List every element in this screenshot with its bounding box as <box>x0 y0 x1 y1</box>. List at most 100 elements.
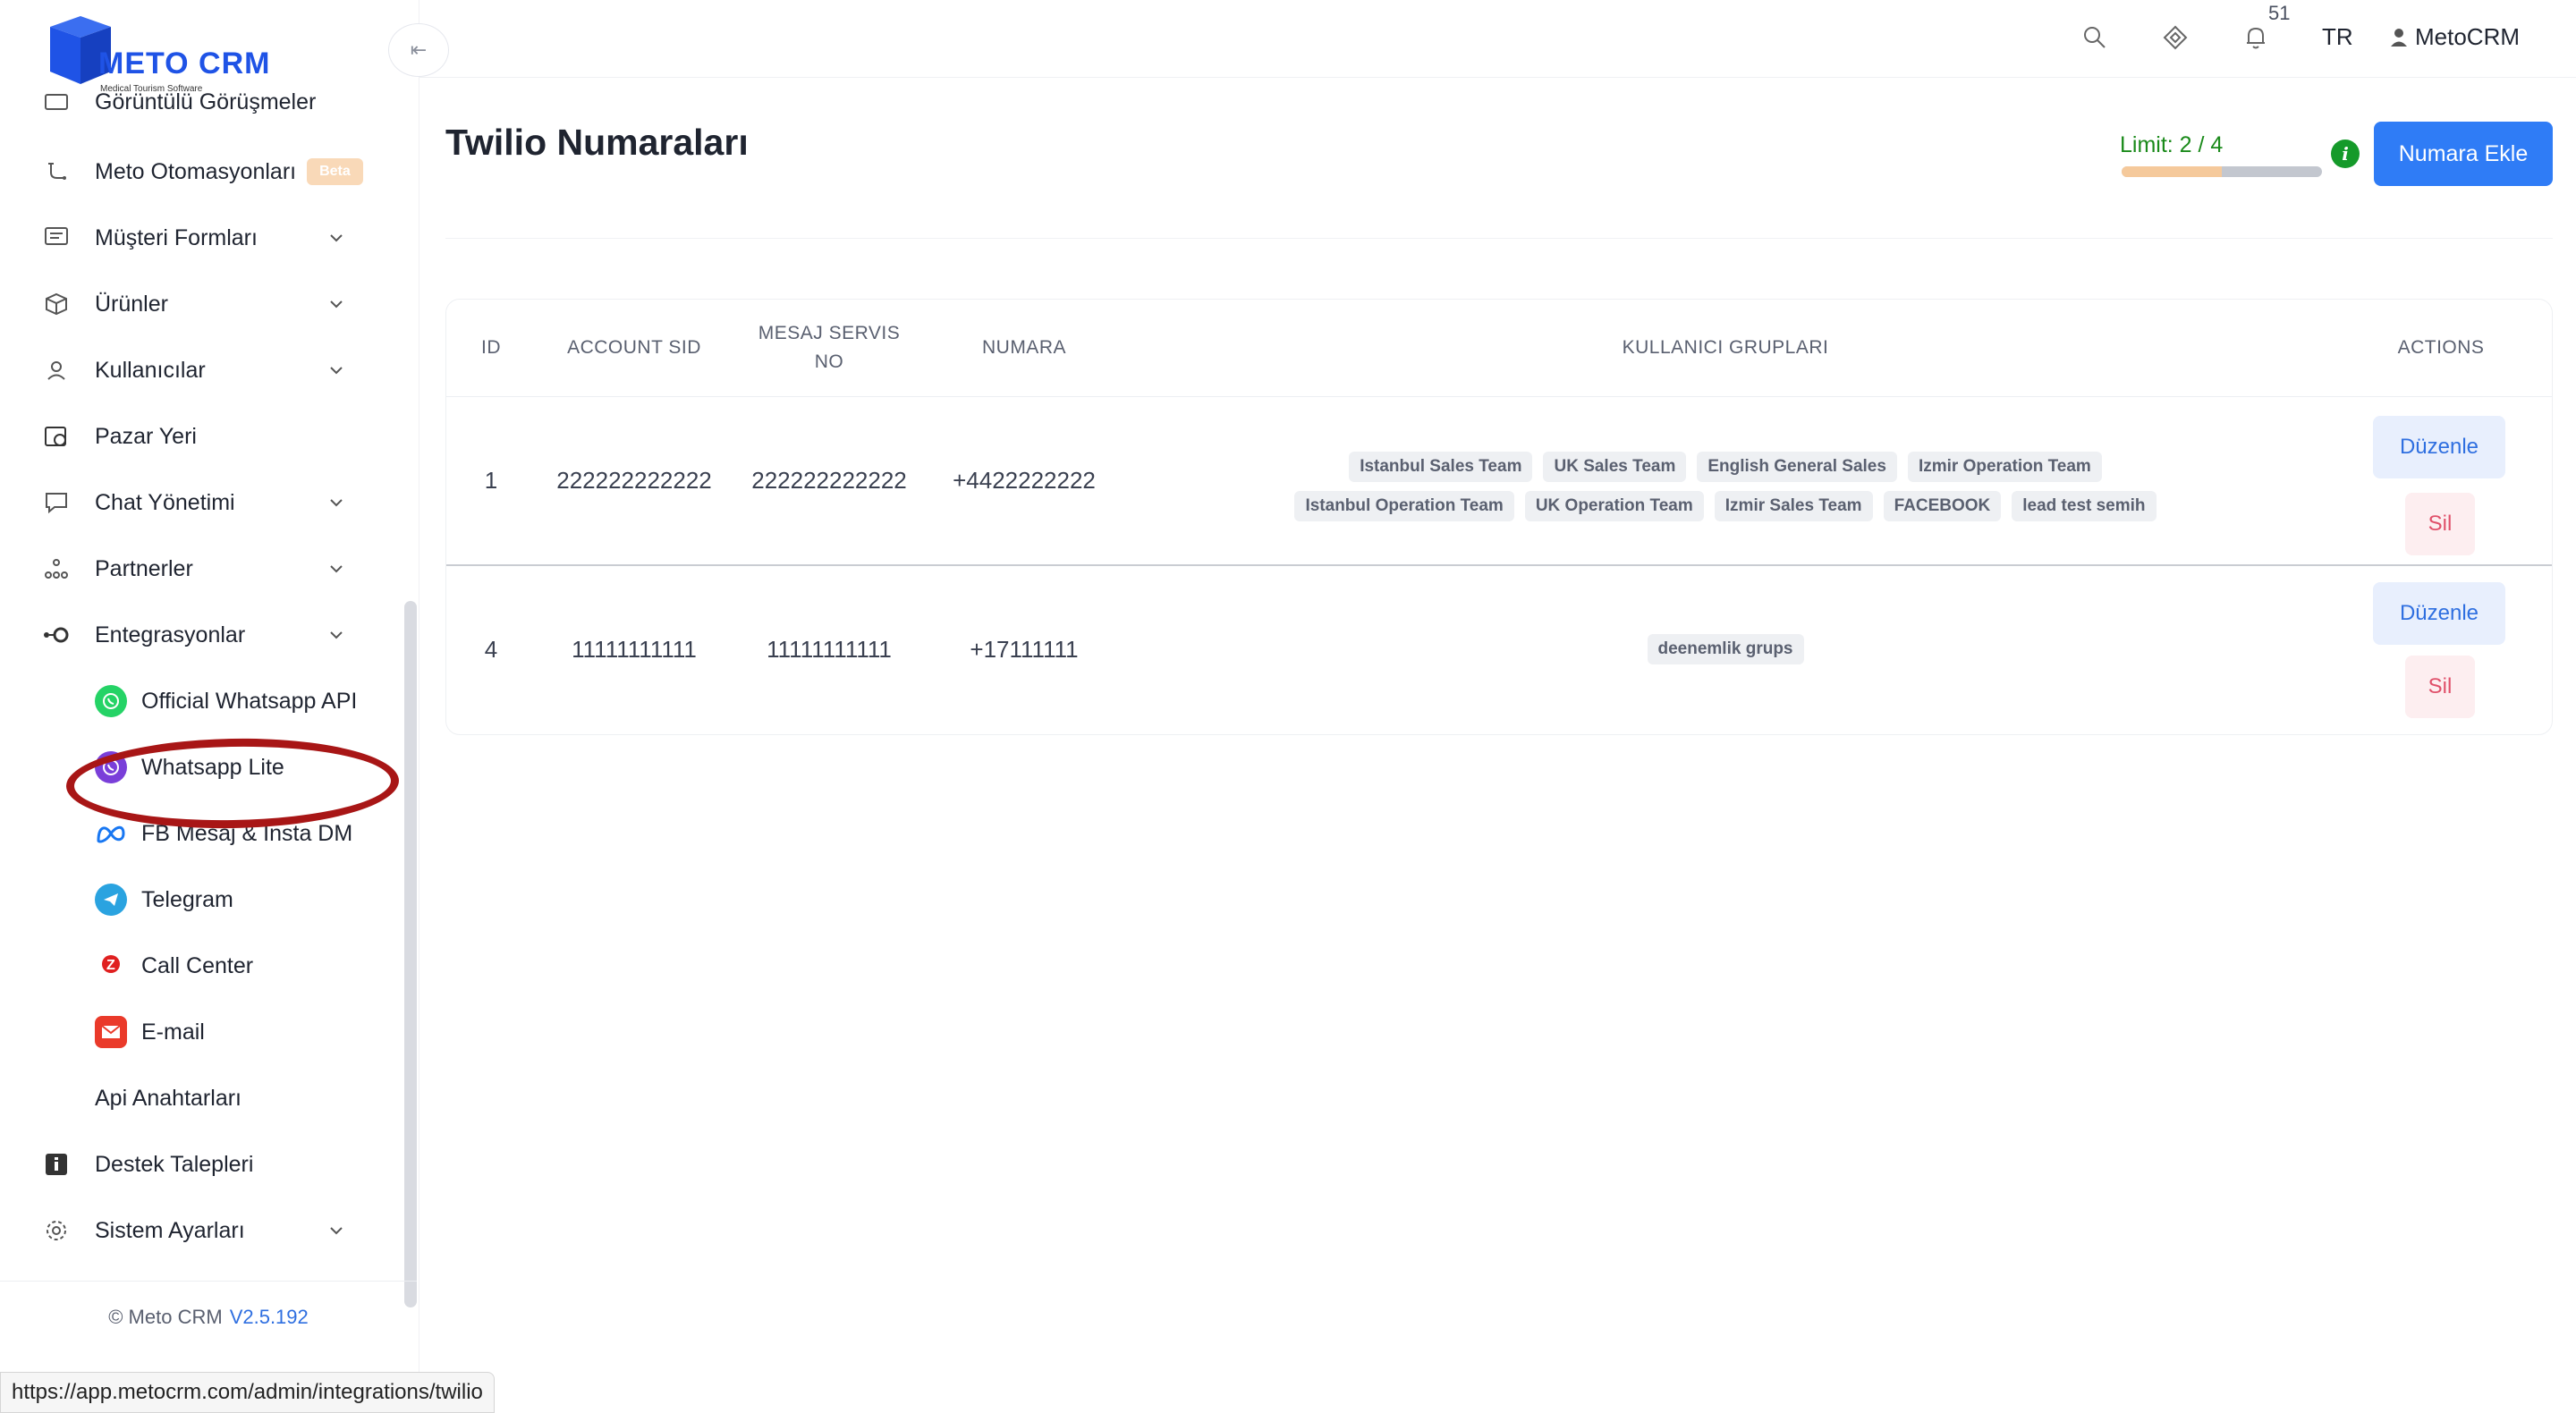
table-row: 4 11111111111 11111111111 +17111111 deen… <box>446 566 2552 732</box>
cell-numara: +17111111 <box>970 635 1079 663</box>
sidebar-item-automations[interactable]: Meto Otomasyonları Beta <box>43 145 383 199</box>
sidebar-item-label: Pazar Yeri <box>95 423 197 449</box>
sidebar-subitem-telegram[interactable]: Telegram <box>95 873 399 926</box>
sidebar-footer: © Meto CRM V2.5.192 <box>0 1281 417 1353</box>
info-square-icon <box>43 1151 70 1178</box>
sidebar-item-partners[interactable]: Partnerler <box>43 542 383 596</box>
sidebar-item-support-tickets[interactable]: Destek Talepleri <box>43 1138 383 1191</box>
integration-icon <box>43 622 70 648</box>
meta-icon <box>95 817 127 850</box>
sidebar-subitem-label: Telegram <box>141 886 233 912</box>
form-icon <box>43 224 70 251</box>
divider <box>445 238 2553 239</box>
search-icon[interactable] <box>2079 21 2111 54</box>
column-header-account-sid[interactable]: ACCOUNT SID <box>536 300 733 396</box>
sidebar-item-label: Müşteri Formları <box>95 224 258 250</box>
notification-count: 51 <box>2268 2 2291 24</box>
group-tag: Istanbul Operation Team <box>1294 491 1514 521</box>
edit-button[interactable]: Düzenle <box>2373 416 2505 478</box>
chevron-down-icon <box>330 565 343 573</box>
group-tag: deenemlik grups <box>1647 634 1804 664</box>
email-icon <box>95 1016 127 1048</box>
sidebar-item-integrations[interactable]: Entegrasyonlar <box>43 608 383 662</box>
user-icon <box>2391 28 2407 47</box>
column-header-mesaj-servis-no[interactable]: MESAJ SERVIS NO <box>733 300 926 396</box>
table-row: 1 222222222222 222222222222 +4422222222 … <box>446 396 2552 564</box>
sidebar-subitem-official-whatsapp-api[interactable]: Official Whatsapp API <box>95 674 399 728</box>
limit-progress-bar <box>2122 166 2322 177</box>
telegram-icon <box>95 884 127 916</box>
group-tag: UK Sales Team <box>1543 452 1687 482</box>
automation-icon <box>43 158 70 185</box>
user-groups-list: Istanbul Sales Team UK Sales Team Englis… <box>1251 452 2199 521</box>
group-tag: UK Operation Team <box>1524 491 1704 521</box>
column-header-numara[interactable]: NUMARA <box>926 300 1123 396</box>
chevron-down-icon <box>330 631 343 639</box>
add-number-button[interactable]: Numara Ekle <box>2374 122 2553 186</box>
sidebar-item-label: Kullanıcılar <box>95 357 206 383</box>
sidebar-subitem-call-center[interactable]: Z Call Center <box>95 939 399 993</box>
sidebar-item-products[interactable]: Ürünler <box>43 277 383 331</box>
sidebar: METO CRM Medical Tourism Software ⇤ Görü… <box>0 0 449 1411</box>
user-icon <box>43 357 70 384</box>
group-tag: English General Sales <box>1697 452 1897 482</box>
svg-text:Z: Z <box>106 958 115 973</box>
sidebar-subitem-label: Official Whatsapp API <box>141 688 358 714</box>
sidebar-item-label: Sistem Ayarları <box>95 1217 245 1243</box>
page-title: Twilio Numaraları <box>445 122 749 163</box>
delete-button[interactable]: Sil <box>2405 656 2475 718</box>
apps-icon[interactable] <box>2159 21 2191 54</box>
column-header-actions: ACTIONS <box>2397 337 2485 358</box>
chevron-down-icon <box>330 367 343 375</box>
info-icon[interactable]: i <box>2331 140 2360 168</box>
cube-icon <box>43 291 70 317</box>
sidebar-item-label: Destek Talepleri <box>95 1151 254 1177</box>
cell-mesaj-servis-no: 222222222222 <box>751 466 907 494</box>
logo[interactable]: METO CRM Medical Tourism Software <box>41 11 283 94</box>
chat-icon <box>43 489 70 516</box>
user-menu[interactable]: MetoCRM <box>2390 23 2520 51</box>
group-tag: Izmir Operation Team <box>1907 452 2102 482</box>
partners-icon <box>43 555 70 582</box>
marketplace-icon <box>43 423 70 450</box>
sidebar-item-customer-forms[interactable]: Müşteri Formları <box>43 211 383 265</box>
link-status-bar: https://app.metocrm.com/admin/integratio… <box>0 1372 495 1413</box>
sidebar-item-system-settings[interactable]: Sistem Ayarları <box>43 1204 383 1257</box>
sidebar-item-label: Görüntülü Görüşmeler <box>95 89 317 114</box>
user-groups-list: deenemlik grups <box>1251 634 2199 664</box>
sidebar-subitem-label: E-mail <box>141 1019 205 1045</box>
column-header-id[interactable]: ID <box>446 300 536 396</box>
settings-icon <box>43 1217 70 1244</box>
group-tag: Istanbul Sales Team <box>1349 452 1533 482</box>
sidebar-item-api-keys[interactable]: Api Anahtarları <box>95 1071 401 1125</box>
sidebar-item-label: Ürünler <box>95 291 168 317</box>
logo-text: METO CRM <box>98 47 271 80</box>
whatsapp-icon <box>95 685 127 717</box>
chevron-down-icon <box>330 499 343 507</box>
sidebar-subitem-label: Call Center <box>141 952 254 978</box>
cell-mesaj-servis-no: 11111111111 <box>767 635 892 663</box>
edit-button[interactable]: Düzenle <box>2373 582 2505 645</box>
column-header-user-groups[interactable]: KULLANICI GRUPLARI <box>1251 300 2199 396</box>
bell-icon[interactable] <box>2240 21 2272 54</box>
language-switcher[interactable]: TR <box>2322 23 2353 51</box>
table-header: ID ACCOUNT SID MESAJ SERVIS NO NUMARA KU… <box>446 300 2552 397</box>
sidebar-item-chat-management[interactable]: Chat Yönetimi <box>43 476 383 529</box>
sidebar-scrollbar[interactable] <box>404 601 417 1307</box>
call-center-icon: Z <box>95 950 127 982</box>
sidebar-item-label: Entegrasyonlar <box>95 622 246 647</box>
twilio-numbers-table: ID ACCOUNT SID MESAJ SERVIS NO NUMARA KU… <box>445 299 2553 735</box>
version-link[interactable]: V2.5.192 <box>230 1306 309 1329</box>
sidebar-item-users[interactable]: Kullanıcılar <box>43 343 383 397</box>
chevron-down-icon <box>330 300 343 309</box>
copyright-text: © Meto CRM <box>108 1306 223 1328</box>
sidebar-subitem-email[interactable]: E-mail <box>95 1005 399 1059</box>
delete-button[interactable]: Sil <box>2405 493 2475 555</box>
sidebar-menu: Görüntülü Görüşmeler Meto Otomasyonları … <box>0 86 401 1281</box>
group-tag: FACEBOOK <box>1883 491 2002 521</box>
video-call-icon <box>43 89 70 115</box>
cell-id: 1 <box>484 466 498 494</box>
sidebar-item-marketplace[interactable]: Pazar Yeri <box>43 410 383 463</box>
chevron-down-icon <box>330 234 343 242</box>
sidebar-item-video-calls[interactable]: Görüntülü Görüşmeler <box>43 86 383 129</box>
